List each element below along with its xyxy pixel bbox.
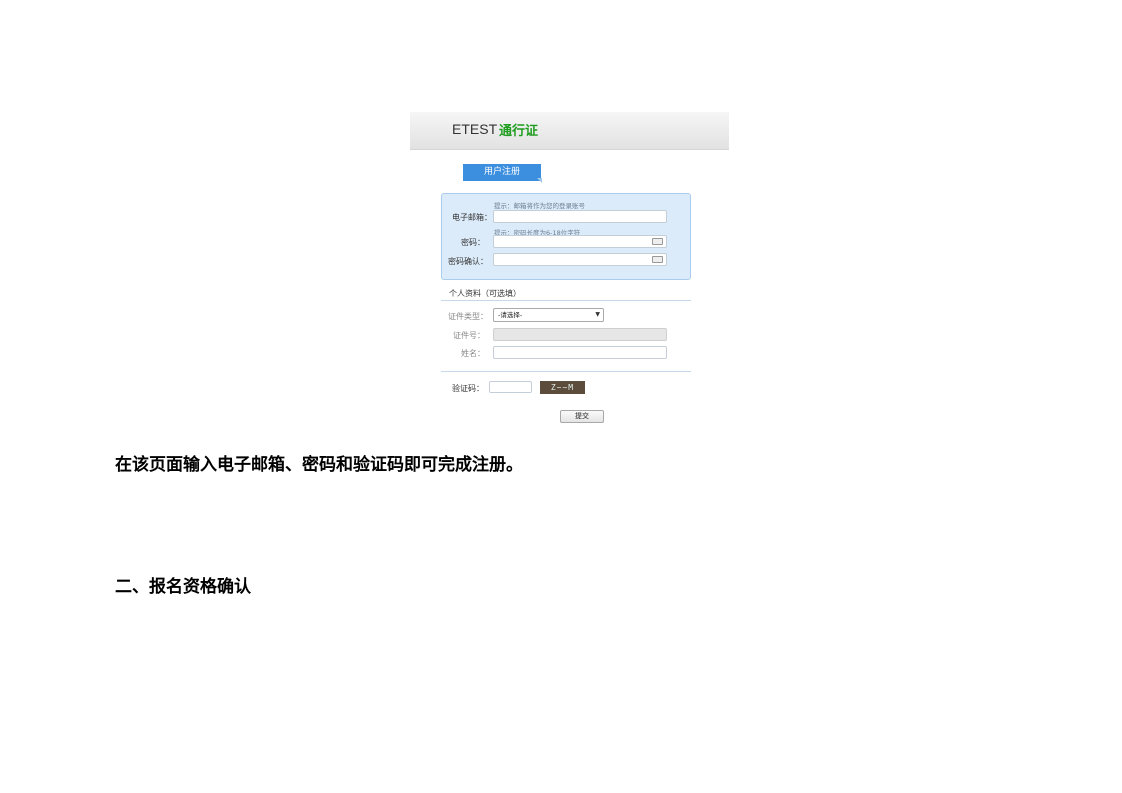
profile-section-title: 个人资料（可选填） [449,289,521,298]
section-heading: 二、报名资格确认 [115,577,251,597]
id-number-field[interactable] [493,328,667,341]
tab-pointer [537,178,542,183]
brand-name: ETEST [452,121,498,137]
email-label: 电子邮箱： [452,213,492,222]
submit-button[interactable]: 提交 [560,410,604,423]
tab-user-register[interactable]: 用户注册 [463,164,541,181]
captcha-input[interactable] [489,381,532,393]
keyboard-icon[interactable] [652,238,663,245]
password-field[interactable] [493,235,667,248]
captcha-divider [441,371,691,372]
site-header: ETEST 通行证 [410,112,729,150]
password-confirm-label: 密码确认： [448,257,488,266]
email-field[interactable] [493,210,667,223]
email-hint: 提示：邮箱将作为您的登录账号 [494,202,585,210]
password-confirm-field[interactable] [493,253,667,266]
registration-screenshot: ETEST 通行证 用户注册 提示：邮箱将作为您的登录账号 电子邮箱： 提示：密… [410,112,729,428]
brand-suffix: 通行证 [499,124,539,139]
password-label: 密码： [461,238,485,247]
name-label: 姓名： [461,349,485,358]
captcha-label: 验证码： [452,384,484,393]
id-type-selected: -请选择- [498,311,523,319]
id-number-label: 证件号： [453,331,485,340]
profile-divider [441,300,691,301]
id-type-select[interactable]: -请选择- ▼ [493,308,604,322]
name-field[interactable] [493,346,667,359]
chevron-down-icon: ▼ [595,311,600,318]
keyboard-icon[interactable] [652,256,663,263]
instruction-paragraph: 在该页面输入电子邮箱、密码和验证码即可完成注册。 [115,455,523,475]
id-type-label: 证件类型： [448,312,488,321]
captcha-image[interactable]: Z~~M [540,381,585,394]
